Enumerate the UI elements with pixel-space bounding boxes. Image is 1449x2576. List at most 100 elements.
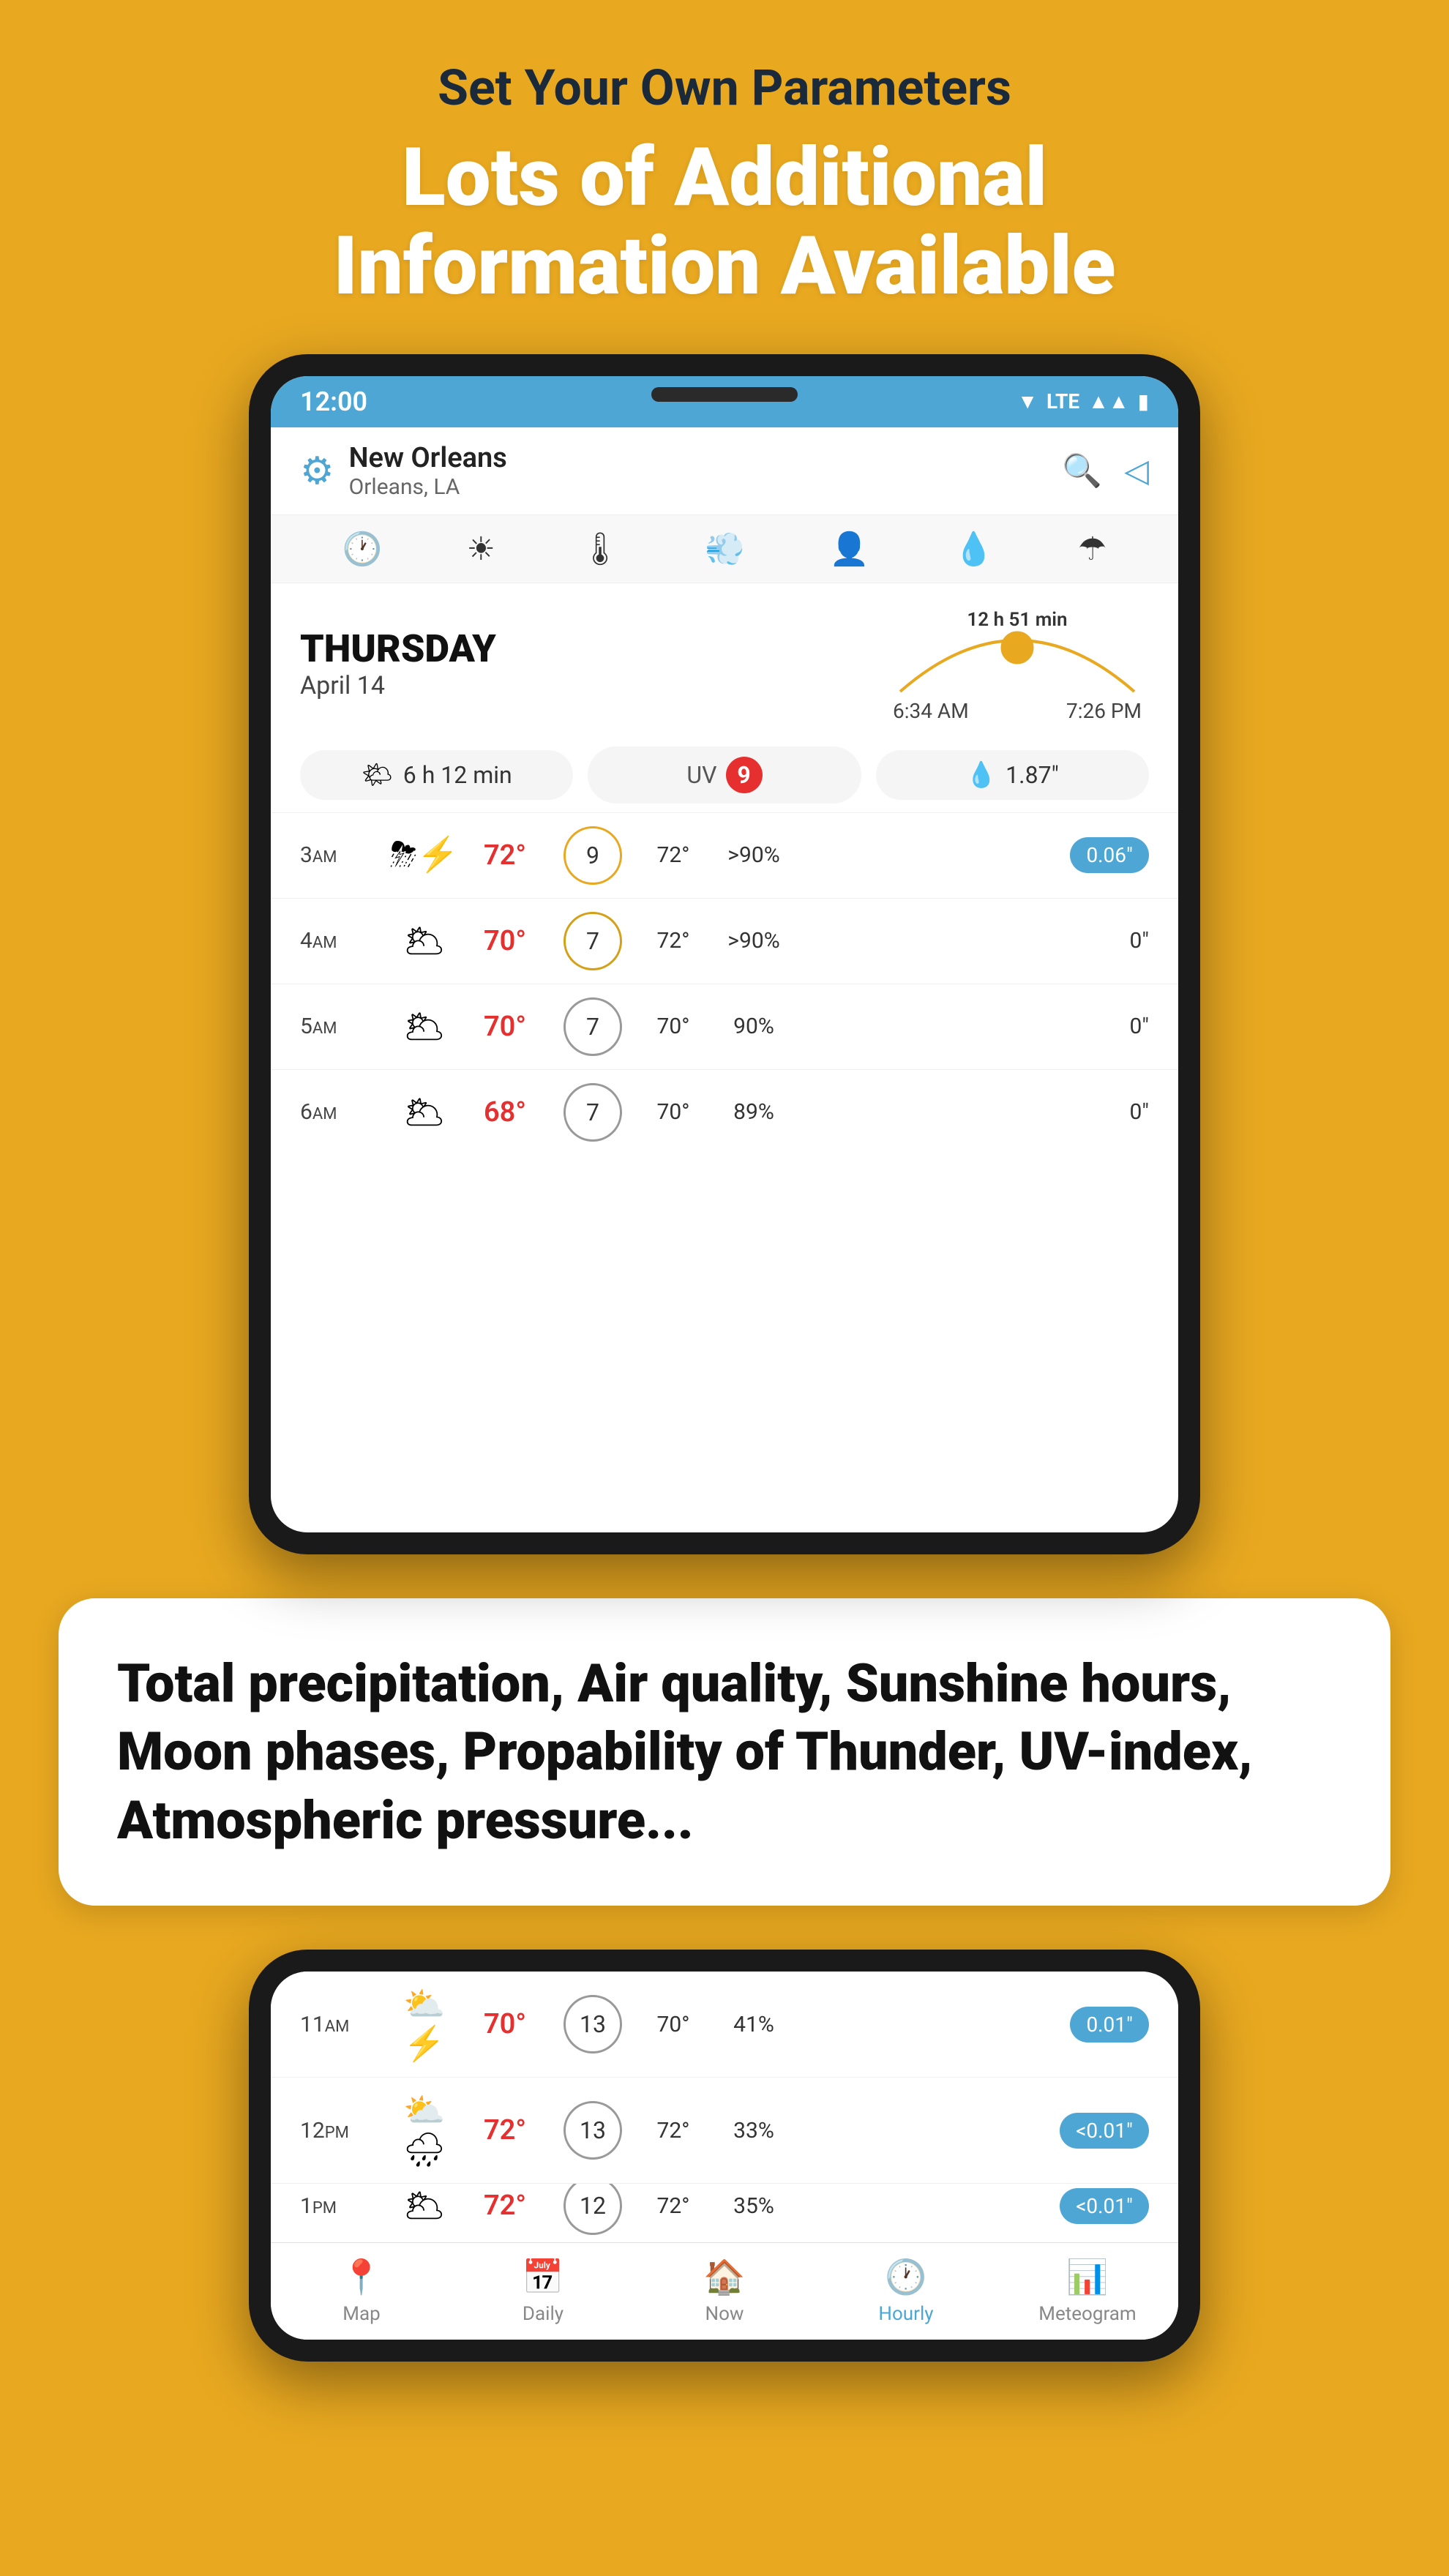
region-name: Orleans, LA — [349, 474, 1063, 500]
nav-hourly-label: Hourly — [878, 2303, 933, 2325]
hour-temp: 68° — [461, 1096, 549, 1128]
nav-hourly[interactable]: 🕐 Hourly — [815, 2258, 997, 2325]
header-title: Set Your Own Parameters — [333, 59, 1115, 119]
hour-uv: 13 — [564, 1995, 622, 2053]
gear-icon[interactable]: ⚙ — [300, 449, 334, 493]
sun-icon[interactable]: ☀ — [467, 530, 495, 568]
status-bar: 12:00 ▼ LTE ▲▲ ▮ — [271, 376, 1178, 427]
hour-time: 1PM — [300, 2193, 388, 2219]
header-subtitle: Lots of Additional Information Available — [333, 133, 1115, 310]
sunset-time: 7:26 PM — [1066, 699, 1142, 723]
nav-map[interactable]: 📍 Map — [271, 2258, 452, 2325]
phone-frame-top: 12:00 ▼ LTE ▲▲ ▮ ⚙ New Orleans Orleans, … — [249, 354, 1200, 1554]
hour-dewpoint: 70° — [637, 2012, 710, 2037]
nav-now[interactable]: 🏠 Now — [634, 2258, 815, 2325]
person-icon[interactable]: 👤 — [829, 530, 869, 568]
weather-icon: 🌥 — [388, 2186, 461, 2225]
hourly-row-6am: 6AM 🌥 68° 7 70° 89% 0" — [271, 1070, 1178, 1155]
hourly-row-5am: 5AM 🌥 70° 7 70° 90% 0" — [271, 984, 1178, 1070]
hour-uv: 9 — [564, 826, 622, 885]
map-icon: 📍 — [340, 2258, 382, 2297]
weather-icon: 🌥 — [388, 1007, 461, 1046]
hourly-row-4am: 4AM 🌥 70° 7 72° >90% 0" — [271, 899, 1178, 984]
hour-uv: 7 — [564, 912, 622, 970]
clock-icon[interactable]: 🕐 — [342, 530, 383, 568]
bottom-nav: 📍 Map 📅 Daily 🏠 Now 🕐 Hourly 📊 Meteogram — [271, 2242, 1178, 2340]
sunshine-icon: 🌤 — [362, 760, 393, 790]
droplets-icon[interactable]: 💧 — [954, 530, 994, 568]
hourly-list-bottom: 11AM ⛅⚡ 70° 13 70° 41% 0.01" 12PM ⛅🌧 72°… — [271, 1972, 1178, 2242]
precip-drop-icon: 💧 — [966, 760, 997, 790]
hour-uv: 7 — [564, 1083, 622, 1142]
wifi-icon: ▼ — [1017, 389, 1038, 413]
phone-speaker — [651, 387, 798, 402]
nav-meteogram-label: Meteogram — [1038, 2303, 1136, 2325]
hour-temp: 72° — [461, 2190, 549, 2222]
hour-precip: 0" — [798, 1099, 1149, 1125]
hour-dewpoint: 70° — [637, 1014, 710, 1039]
hour-dewpoint: 70° — [637, 1099, 710, 1125]
hour-humidity: 41% — [710, 2012, 798, 2037]
nav-daily-label: Daily — [523, 2303, 564, 2325]
status-icons: ▼ LTE ▲▲ ▮ — [1017, 389, 1149, 413]
sun-arc-svg: 12 h 51 min — [886, 604, 1149, 706]
city-name: New Orleans — [349, 442, 1063, 474]
hourly-row-1pm: 1PM 🌥 72° 12 72° 35% <0.01" — [271, 2184, 1178, 2242]
meteogram-icon: 📊 — [1066, 2258, 1108, 2297]
filter-icon-row: 🕐 ☀ 🌡 💨 👤 💧 ☂ — [271, 515, 1178, 583]
precip-value: 1.87" — [1006, 761, 1059, 789]
search-icon[interactable]: 🔍 — [1062, 452, 1102, 490]
phone-screen-bottom: 11AM ⛅⚡ 70° 13 70° 41% 0.01" 12PM ⛅🌧 72°… — [271, 1972, 1178, 2340]
callout-text: Total precipitation, Air quality, Sunshi… — [117, 1650, 1332, 1855]
phone-frame-bottom: 11AM ⛅⚡ 70° 13 70° 41% 0.01" 12PM ⛅🌧 72°… — [249, 1950, 1200, 2362]
day-date: April 14 — [300, 671, 886, 700]
wind-icon[interactable]: 💨 — [705, 530, 745, 568]
nav-daily[interactable]: 📅 Daily — [452, 2258, 634, 2325]
weather-icon: ⛈⚡ — [388, 835, 461, 875]
hour-time: 4AM — [300, 928, 388, 954]
sun-arc-area: 12 h 51 min 6:34 AM 7:26 PM — [886, 604, 1149, 723]
svg-text:12 h 51 min: 12 h 51 min — [967, 609, 1067, 631]
precip-pill: 💧 1.87" — [876, 750, 1149, 800]
hour-time: 3AM — [300, 842, 388, 868]
hour-uv: 12 — [564, 2184, 622, 2235]
hour-humidity: >90% — [710, 928, 798, 954]
day-info-section: THURSDAY April 14 12 h 51 min 6:34 AM 7:… — [271, 583, 1178, 738]
lte-label: LTE — [1046, 389, 1079, 413]
nav-now-label: Now — [705, 2303, 744, 2325]
nav-meteogram[interactable]: 📊 Meteogram — [997, 2258, 1178, 2325]
clock-active-icon: 🕐 — [885, 2258, 926, 2297]
weather-icon: ⛅⚡ — [388, 1985, 461, 2064]
hour-dewpoint: 72° — [637, 928, 710, 954]
weather-icon: ⛅🌧 — [388, 2091, 461, 2170]
hour-humidity: 35% — [710, 2193, 798, 2219]
hour-precip: 0" — [798, 928, 1149, 954]
hourly-row-12pm: 12PM ⛅🌧 72° 13 72° 33% <0.01" — [271, 2078, 1178, 2184]
sun-times: 6:34 AM 7:26 PM — [893, 699, 1142, 723]
hour-precip: 0.06" — [798, 837, 1149, 873]
header-action-icons: 🔍 ◁ — [1062, 452, 1149, 490]
hourly-row-3am: 3AM ⛈⚡ 72° 9 72° >90% 0.06" — [271, 813, 1178, 899]
navigation-icon[interactable]: ◁ — [1124, 452, 1149, 490]
day-info-left: THURSDAY April 14 — [300, 626, 886, 700]
hour-time: 6AM — [300, 1099, 388, 1125]
thermometer-icon[interactable]: 🌡 — [580, 530, 621, 568]
weather-icon: 🌥 — [388, 921, 461, 961]
battery-icon: ▮ — [1138, 389, 1149, 413]
status-time: 12:00 — [300, 386, 367, 417]
hour-temp: 72° — [461, 2114, 549, 2146]
hour-humidity: >90% — [710, 842, 798, 868]
hour-temp: 70° — [461, 925, 549, 957]
hour-time: 12PM — [300, 2118, 388, 2143]
umbrella-icon[interactable]: ☂ — [1078, 530, 1107, 568]
hour-precip: <0.01" — [798, 2113, 1149, 2149]
uv-badge: 9 — [726, 757, 763, 793]
hourly-list: 3AM ⛈⚡ 72° 9 72° >90% 0.06" 4AM 🌥 70° 7 … — [271, 813, 1178, 1155]
hour-dewpoint: 72° — [637, 2118, 710, 2143]
stat-row: 🌤 6 h 12 min UV 9 💧 1.87" — [271, 738, 1178, 813]
hour-time: 5AM — [300, 1014, 388, 1039]
hour-temp: 70° — [461, 1011, 549, 1043]
app-header: ⚙ New Orleans Orleans, LA 🔍 ◁ — [271, 427, 1178, 515]
calendar-icon: 📅 — [522, 2258, 564, 2297]
hour-time: 11AM — [300, 2012, 388, 2037]
